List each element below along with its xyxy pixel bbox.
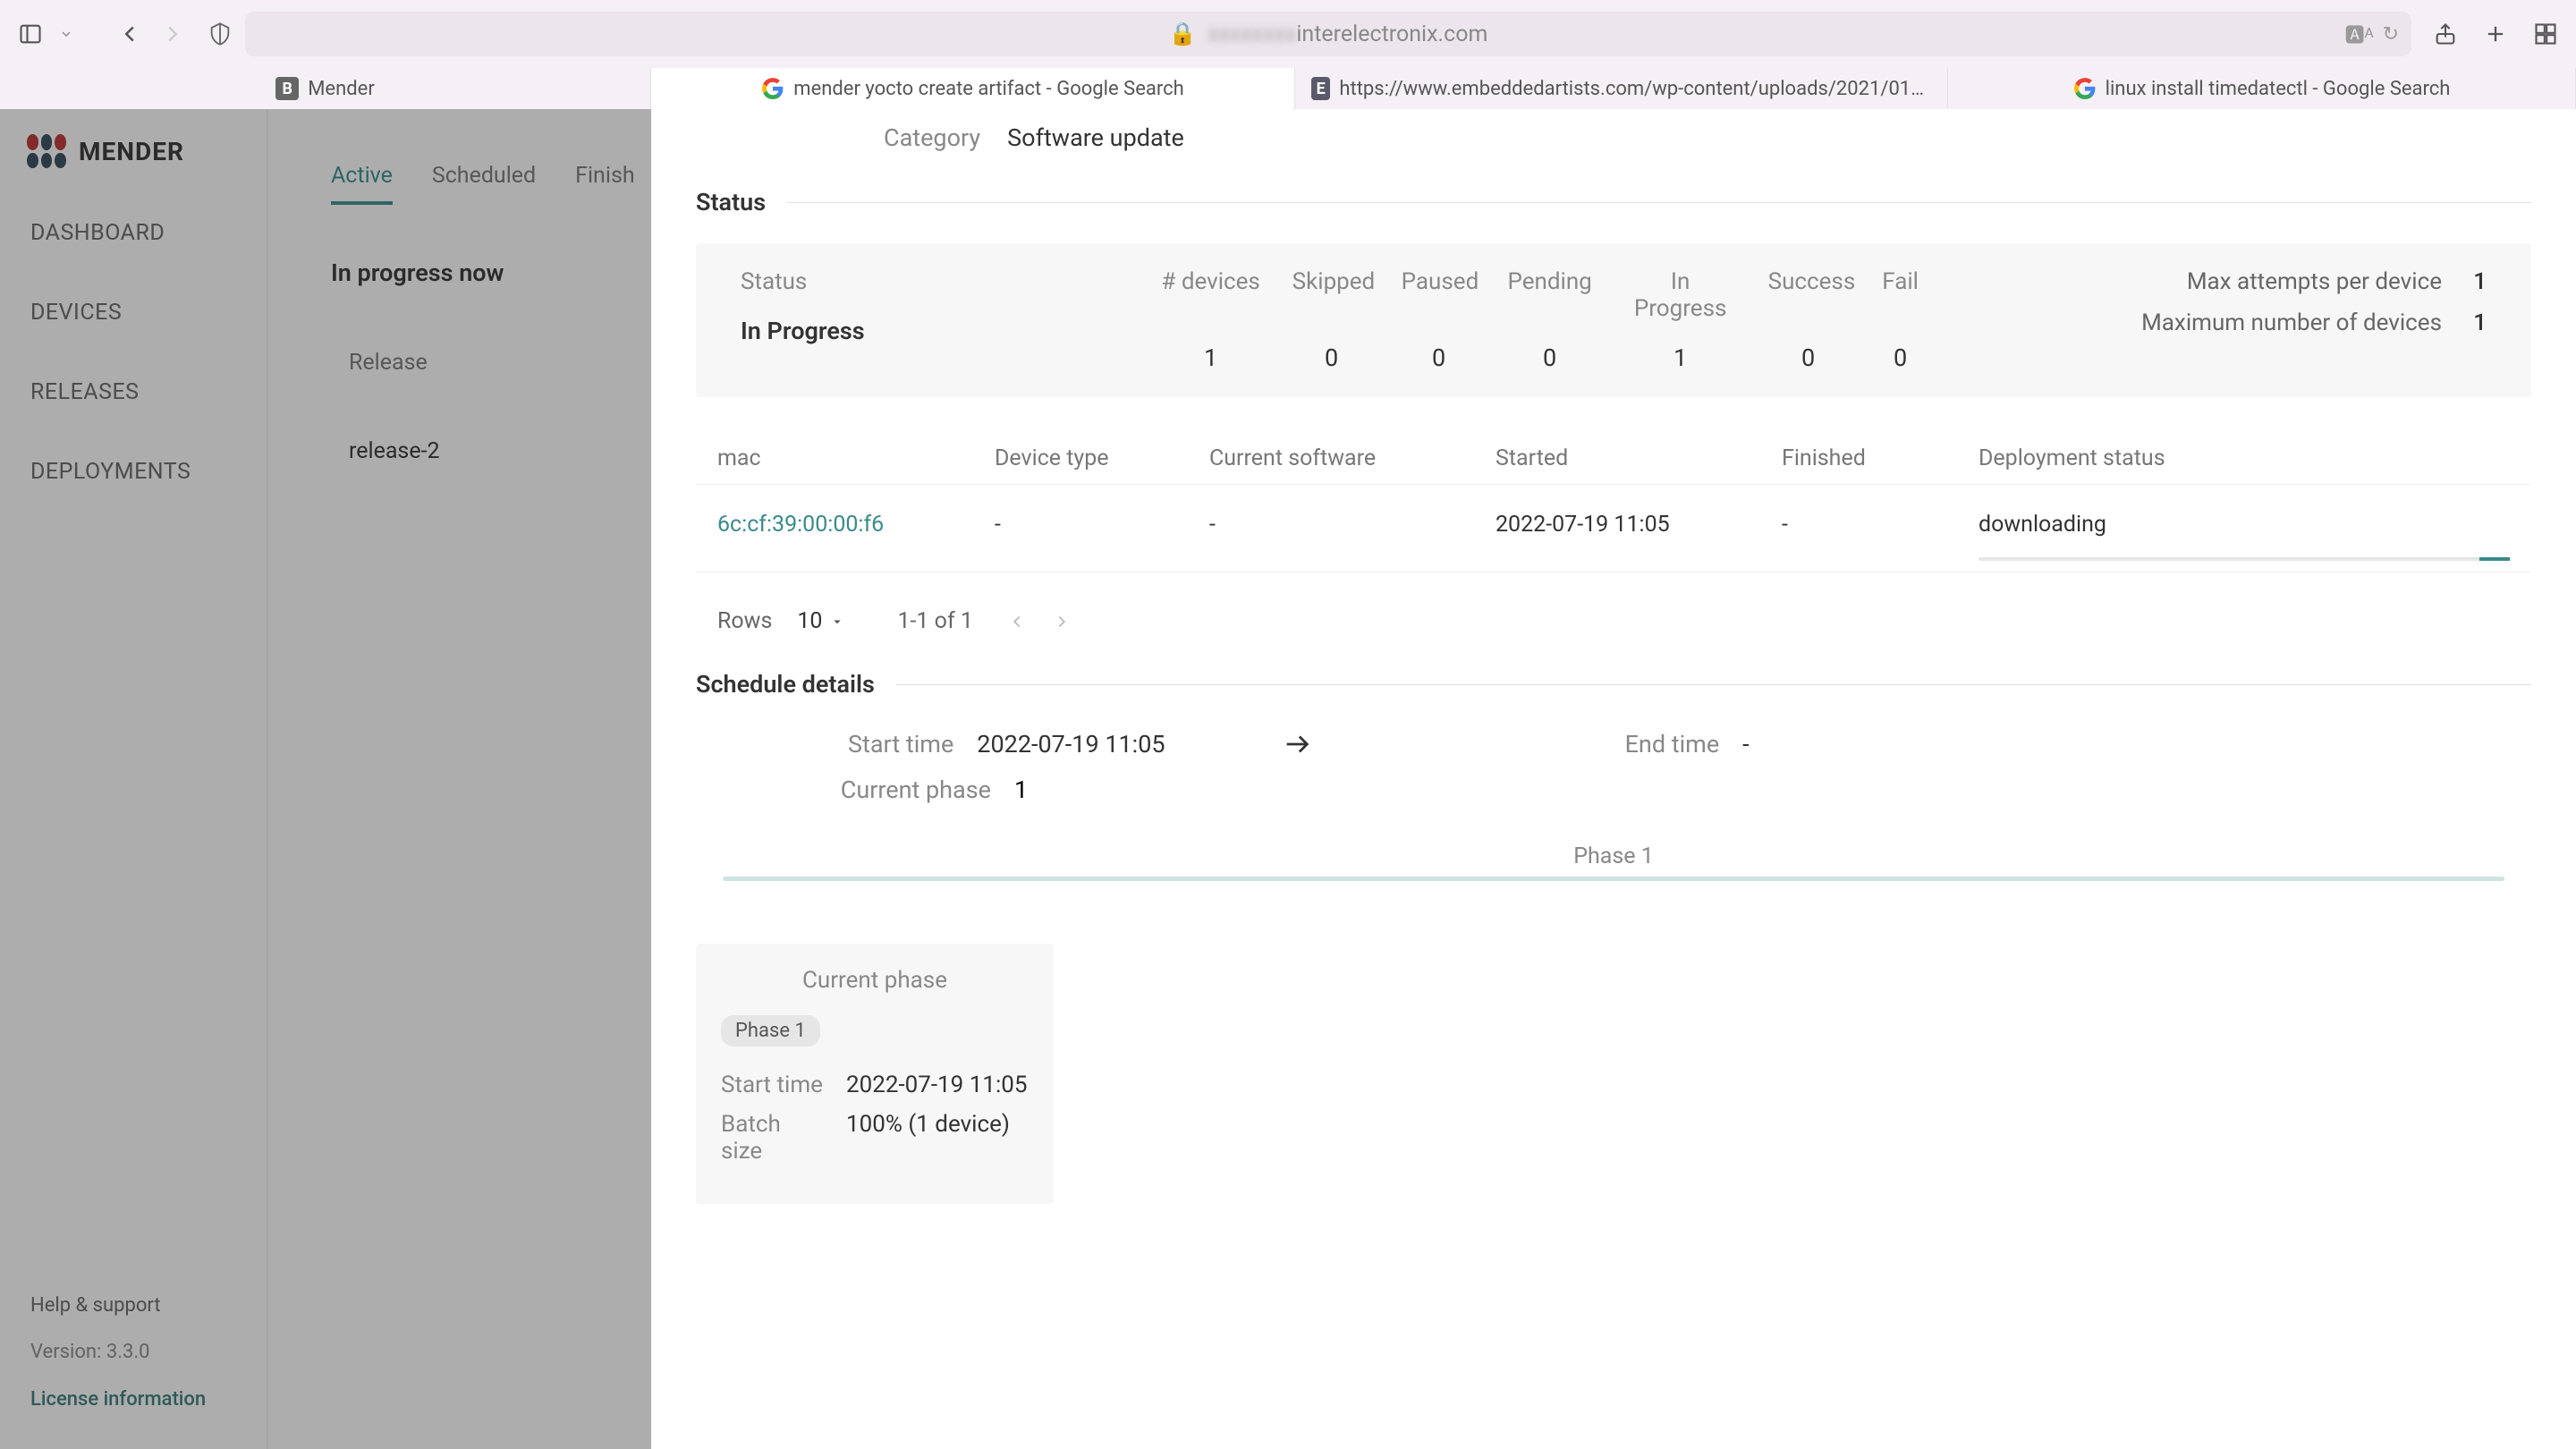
cell-mac[interactable]: 6c:cf:39:00:00:f6: [717, 512, 995, 538]
status-section-title: Status: [696, 188, 766, 216]
tab-google-1[interactable]: mender yocto create artifact - Google Se…: [651, 68, 1295, 109]
th-finished[interactable]: Finished: [1782, 445, 1979, 471]
cell-started: 2022-07-19 11:05: [1496, 512, 1782, 538]
progress-bar: [1979, 557, 2510, 561]
status-label: Status: [741, 268, 865, 295]
start-time-value: 2022-07-19 11:05: [977, 730, 1165, 758]
current-phase-label: Current phase: [696, 775, 991, 804]
col-paused: Paused: [1402, 268, 1477, 322]
url-bar[interactable]: 🔒 xxxxxxxxinterelectronix.com 🅰ᴬ ↻: [245, 12, 2411, 56]
divider: [787, 202, 2531, 203]
cell-cursoft: -: [1209, 512, 1496, 538]
start-time-label: Start time: [848, 730, 953, 758]
url-text: interelectronix.com: [1296, 21, 1487, 47]
th-cursoft[interactable]: Current software: [1209, 445, 1496, 471]
col-pending: Pending: [1507, 268, 1593, 322]
end-time-value: -: [1742, 730, 1749, 758]
deployment-detail-panel: Category Software update Status Status I…: [651, 109, 2576, 1449]
tab-mender[interactable]: B Mender: [0, 68, 651, 109]
page-prev-icon[interactable]: [1007, 612, 1027, 631]
phase-batch-label: Batch size: [721, 1111, 825, 1165]
chevron-down-icon[interactable]: [59, 27, 73, 41]
category-label: Category: [884, 123, 980, 152]
end-time-label: End time: [1625, 730, 1720, 758]
page-range: 1-1 of 1: [897, 608, 972, 634]
tab-label: Mender: [308, 78, 375, 100]
table-pager: Rows 10 1-1 of 1: [651, 572, 2576, 670]
cell-finished: -: [1782, 512, 1979, 538]
table-header-row: mac Device type Current software Started…: [696, 433, 2531, 484]
tab-label: mender yocto create artifact - Google Se…: [793, 78, 1183, 100]
category-value: Software update: [1007, 123, 1184, 152]
col-inprogress: In Progress: [1623, 268, 1738, 322]
rows-label: Rows: [717, 608, 772, 634]
th-started[interactable]: Started: [1496, 445, 1782, 471]
max-devices-label: Maximum number of devices: [2141, 309, 2442, 336]
val-ndevices: 1: [1160, 343, 1262, 372]
new-tab-icon[interactable]: [2483, 21, 2508, 47]
cell-depstatus: downloading: [1979, 512, 2510, 561]
col-ndevices: # devices: [1160, 268, 1262, 322]
favicon-e-icon: E: [1311, 77, 1330, 100]
phase-track: Phase 1: [723, 843, 2504, 881]
tab-google-2[interactable]: linux install timedatectl - Google Searc…: [1948, 68, 2576, 109]
arrow-right-icon: [1282, 729, 1312, 759]
col-success: Success: [1768, 268, 1849, 322]
schedule-section-title: Schedule details: [696, 670, 875, 699]
phase-start-value: 2022-07-19 11:05: [846, 1072, 1027, 1098]
phase-badge: Phase 1: [721, 1015, 820, 1046]
val-skipped: 0: [1292, 343, 1371, 372]
th-devtype[interactable]: Device type: [995, 445, 1209, 471]
browser-toolbar: 🔒 xxxxxxxxinterelectronix.com 🅰ᴬ ↻: [0, 0, 2576, 68]
device-table: mac Device type Current software Started…: [696, 433, 2531, 572]
divider: [896, 684, 2531, 685]
col-fail: Fail: [1879, 268, 1922, 322]
tab-embeddedartists[interactable]: E https://www.embeddedartists.com/wp-con…: [1295, 68, 1948, 109]
favicon-google-icon: [761, 77, 784, 100]
status-value: In Progress: [741, 317, 865, 345]
share-icon[interactable]: [2433, 21, 2458, 47]
page-next-icon[interactable]: [1052, 612, 1072, 631]
status-summary-card: Status In Progress # devices Skipped Pau…: [696, 243, 2531, 397]
forward-icon[interactable]: [159, 21, 186, 47]
translate-icon[interactable]: 🅰ᴬ: [2345, 20, 2374, 48]
lock-icon: 🔒: [1169, 21, 1197, 47]
th-mac[interactable]: mac: [717, 445, 995, 471]
max-attempts-label: Max attempts per device: [2187, 268, 2442, 295]
val-paused: 0: [1402, 343, 1477, 372]
val-success: 0: [1768, 343, 1849, 372]
privacy-shield-icon[interactable]: [208, 21, 233, 47]
rows-select[interactable]: 10: [797, 608, 845, 634]
current-phase-value: 1: [1014, 775, 1028, 804]
phase-batch-value: 100% (1 device): [846, 1111, 1010, 1165]
tab-label: https://www.embeddedartists.com/wp-conte…: [1339, 78, 1931, 100]
back-icon[interactable]: [116, 21, 143, 47]
phase-card-title: Current phase: [721, 967, 1029, 994]
tab-label: linux install timedatectl - Google Searc…: [2106, 78, 2451, 100]
cell-devtype: -: [995, 512, 1209, 538]
th-depstatus[interactable]: Deployment status: [1979, 445, 2510, 471]
table-row[interactable]: 6c:cf:39:00:00:f6 - - 2022-07-19 11:05 -…: [696, 484, 2531, 572]
val-fail: 0: [1879, 343, 1922, 372]
phase-start-label: Start time: [721, 1072, 825, 1098]
phase-track-bar: [723, 877, 2504, 881]
max-devices-value: 1: [2469, 309, 2487, 336]
reload-icon[interactable]: ↻: [2383, 23, 2399, 46]
tab-overview-icon[interactable]: [2533, 21, 2558, 47]
col-skipped: Skipped: [1292, 268, 1371, 322]
val-pending: 0: [1507, 343, 1593, 372]
tab-strip: B Mender mender yocto create artifact - …: [0, 68, 2576, 109]
val-inprogress: 1: [1623, 343, 1738, 372]
sidebar-toggle-icon[interactable]: [18, 21, 43, 47]
max-attempts-value: 1: [2469, 268, 2487, 295]
favicon-google-icon: [2073, 77, 2097, 100]
chevron-down-icon: [829, 614, 845, 630]
favicon-b-icon: B: [275, 77, 299, 100]
phase-track-label: Phase 1: [723, 843, 2504, 869]
current-phase-card: Current phase Phase 1 Start time 2022-07…: [696, 944, 1054, 1204]
